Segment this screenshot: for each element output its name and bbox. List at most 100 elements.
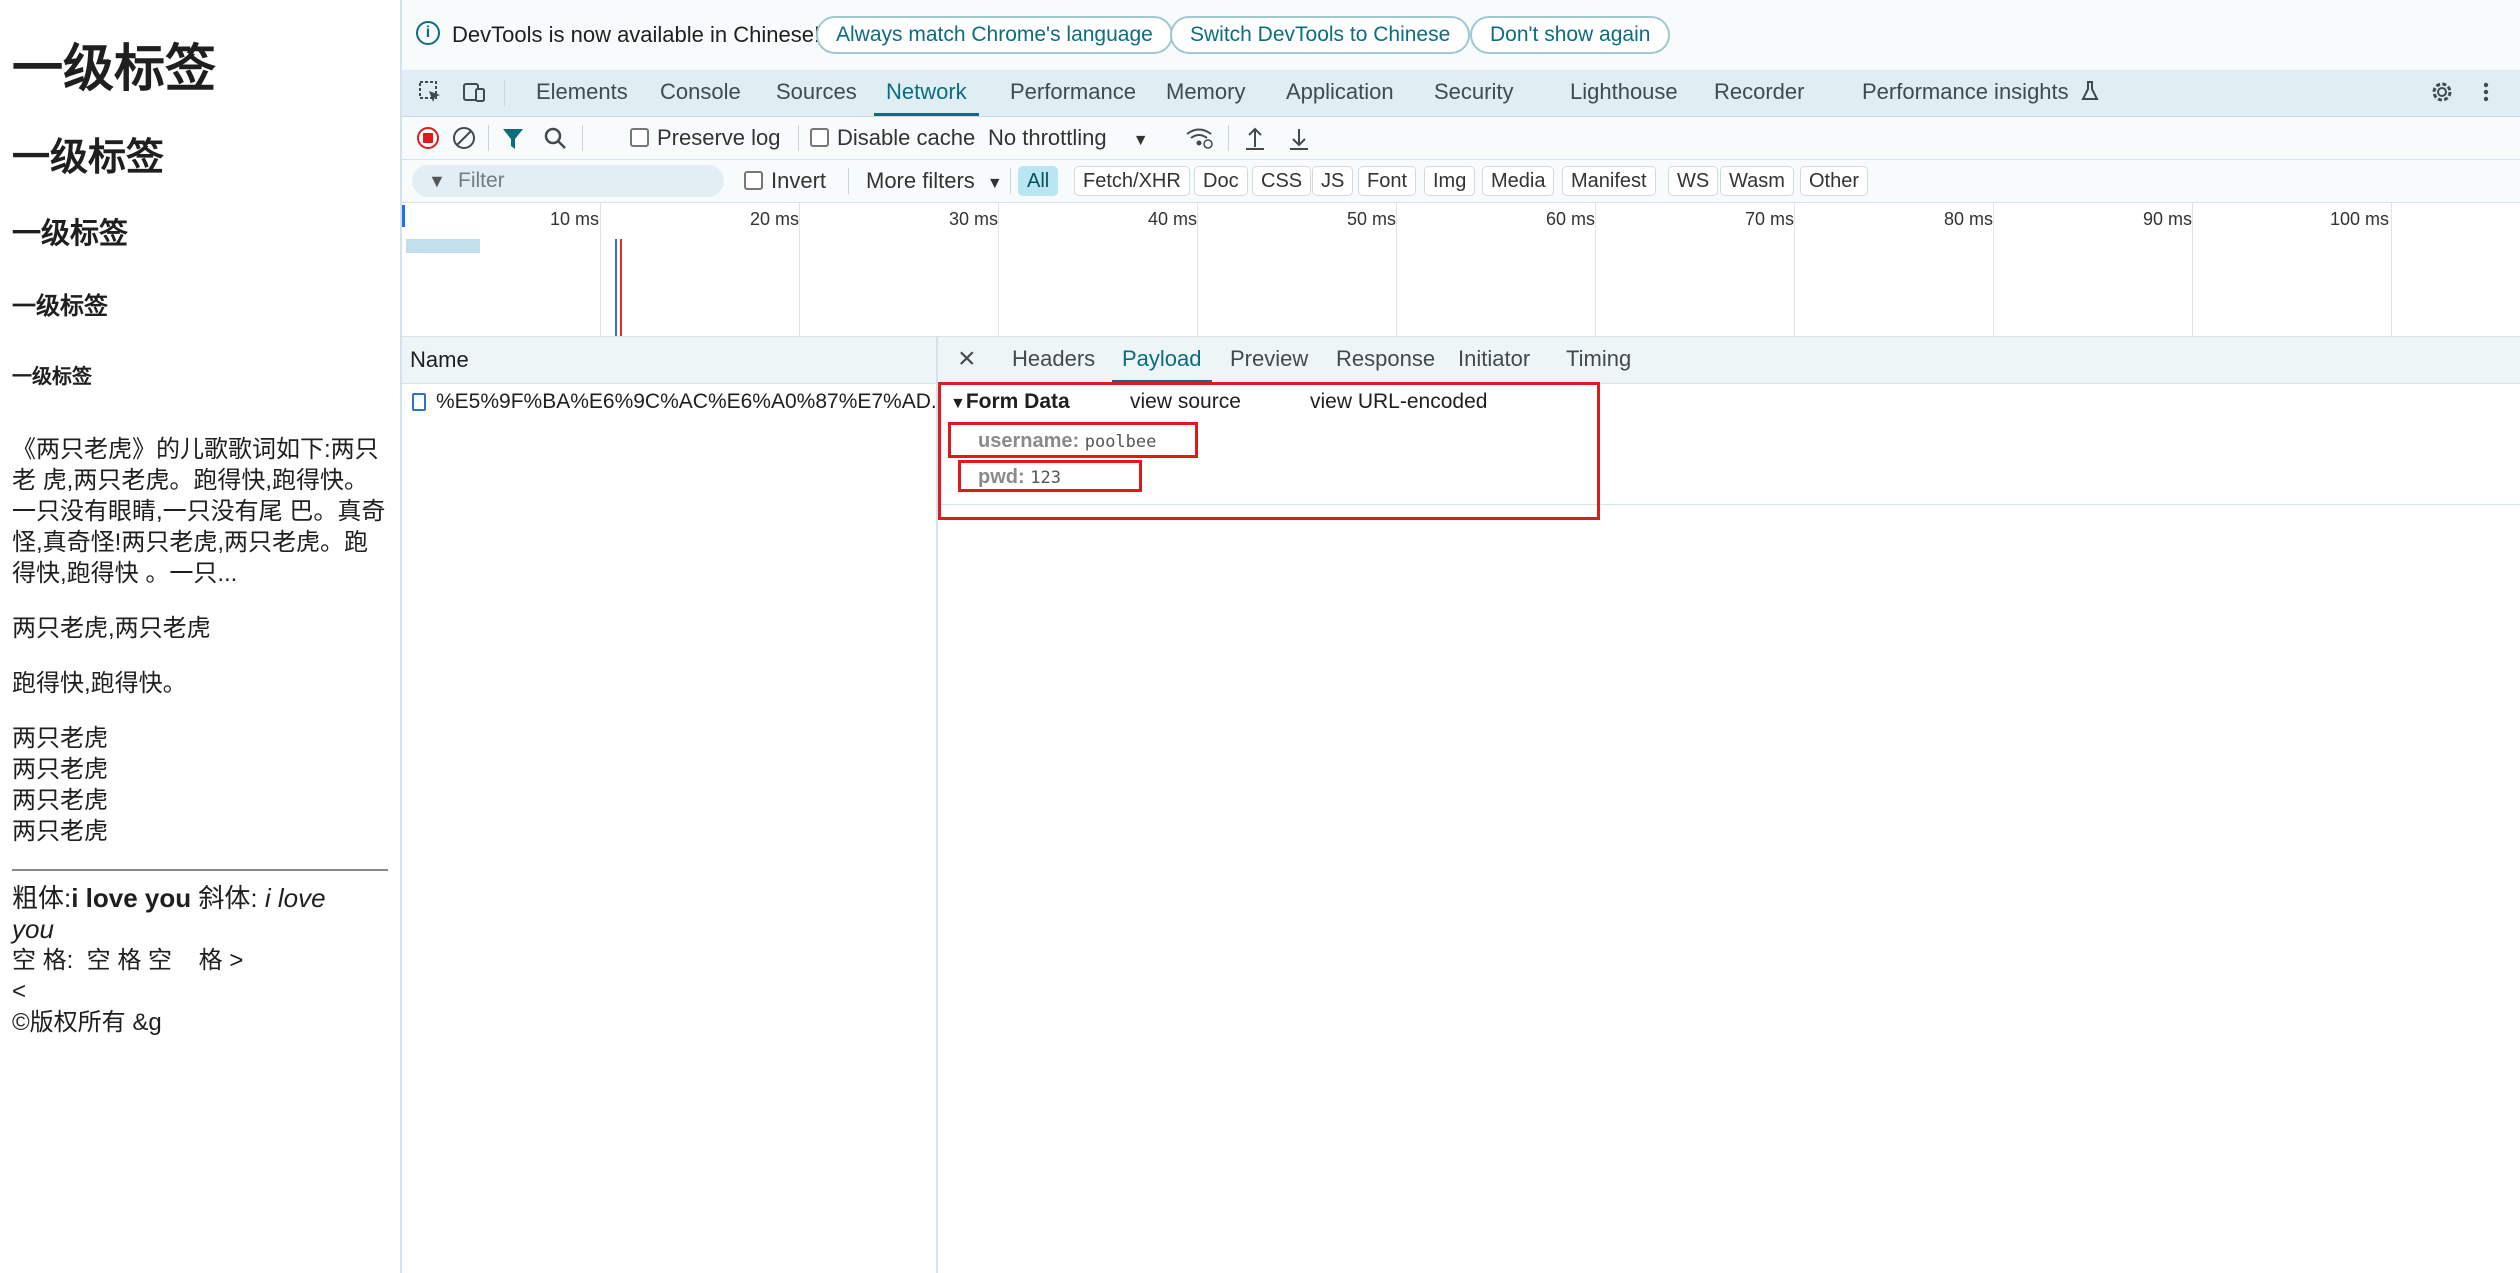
chevron-down-icon: ▼ [986, 175, 1003, 192]
filter-chip-css[interactable]: CSS [1252, 166, 1312, 196]
tab-memory[interactable]: Memory [1166, 70, 1245, 116]
paragraph-two-tigers: 两只老虎,两只老虎 [12, 615, 211, 642]
italic-text-cont: you [12, 914, 54, 944]
filter-chip-ws[interactable]: WS [1668, 166, 1719, 196]
lt-line: < [12, 978, 27, 1005]
tab-initiator[interactable]: Initiator [1458, 337, 1530, 383]
tab-recorder[interactable]: Recorder [1714, 70, 1804, 116]
chevron-down-icon: ▼ [1132, 132, 1149, 149]
tab-console[interactable]: Console [660, 70, 741, 116]
lyrics-line: 怪,真奇怪!两只老虎,两只老虎。跑 [12, 529, 369, 556]
heading-h5: 一级标签 [12, 366, 92, 388]
invert-checkbox[interactable]: Invert [744, 160, 826, 202]
network-overview-timeline[interactable]: 10 ms 20 ms 30 ms 40 ms 50 ms 60 ms 70 m… [402, 203, 2520, 337]
tab-payload[interactable]: Payload [1112, 337, 1212, 383]
bold-italic-line: 粗体:i love you 斜体: i love you [12, 883, 388, 945]
timeline-gridline [2192, 203, 2193, 336]
tab-security[interactable]: Security [1434, 70, 1513, 116]
devtools-tab-bar: Elements Console Sources Network Perform… [402, 70, 2520, 117]
tab-sources[interactable]: Sources [776, 70, 857, 116]
disable-cache-checkbox[interactable]: Disable cache [810, 117, 975, 159]
import-har-icon[interactable] [1242, 117, 1268, 159]
search-icon[interactable] [542, 117, 568, 159]
separator [504, 80, 505, 106]
tab-preview[interactable]: Preview [1230, 337, 1308, 383]
tab-response[interactable]: Response [1336, 337, 1435, 383]
filter-chip-doc[interactable]: Doc [1194, 166, 1248, 196]
dom-content-loaded-marker [615, 239, 617, 336]
filter-chip-other[interactable]: Other [1800, 166, 1869, 196]
annotation-box-username [948, 422, 1198, 458]
tab-performance-insights-label: Performance insights [1862, 79, 2069, 104]
checkbox-box[interactable] [744, 171, 763, 190]
separator [1010, 168, 1011, 194]
tab-headers[interactable]: Headers [1012, 337, 1095, 383]
timeline-gridline [1396, 203, 1397, 336]
tab-lighthouse[interactable]: Lighthouse [1570, 70, 1678, 116]
timeline-label: 90 ms [2143, 209, 2193, 229]
lyrics-paragraph: 《两只老虎》的儿歌歌词如下:两只 老 虎,两只老虎。跑得快,跑得快。 一只没有眼… [12, 434, 388, 589]
tab-application[interactable]: Application [1286, 70, 1394, 116]
filter-chip-js[interactable]: JS [1312, 166, 1354, 196]
filter-chip-fetch-xhr[interactable]: Fetch/XHR [1074, 166, 1190, 196]
checkbox-box[interactable] [810, 128, 829, 147]
timeline-label: 60 ms [1546, 209, 1596, 229]
more-filters-dropdown[interactable]: More filters ▼ [866, 160, 1003, 202]
timeline-label: 40 ms [1148, 209, 1198, 229]
tab-network[interactable]: Network [874, 70, 979, 116]
load-marker [620, 239, 622, 336]
settings-gear-icon[interactable] [2428, 79, 2456, 107]
timeline-gridline [1197, 203, 1198, 336]
network-filter-bar: ▼ Filter Invert More filters ▼ All Fetch… [402, 160, 2520, 203]
tab-timing[interactable]: Timing [1566, 337, 1631, 383]
italic-prefix: 斜体: [198, 883, 258, 913]
timeline-cursor [402, 205, 405, 227]
lyrics-line: 《两只老虎》的儿歌歌词如下:两只 [12, 436, 379, 463]
clear-icon[interactable] [452, 117, 476, 159]
request-bar [406, 239, 480, 253]
heading-h4: 一级标签 [12, 293, 108, 320]
filter-chip-img[interactable]: Img [1424, 166, 1476, 196]
checkbox-box[interactable] [630, 128, 649, 147]
device-toolbar-icon[interactable] [460, 79, 488, 107]
request-detail-panel: × Headers Payload Preview Response Initi… [938, 337, 2520, 1273]
export-har-icon[interactable] [1286, 117, 1312, 159]
switch-to-chinese-button[interactable]: Switch DevTools to Chinese [1170, 16, 1471, 54]
close-icon[interactable]: × [958, 337, 976, 381]
network-conditions-icon[interactable] [1184, 117, 1214, 159]
match-language-button[interactable]: Always match Chrome's language [816, 16, 1173, 54]
italic-text: i love [264, 883, 326, 913]
document-icon [412, 393, 426, 411]
tab-performance-insights[interactable]: Performance insights [1862, 70, 2099, 116]
request-row[interactable]: %E5%9F%BA%E6%9C%AC%E6%A0%87%E7%AD... [402, 384, 936, 420]
dont-show-again-button[interactable]: Don't show again [1470, 16, 1671, 54]
tab-performance[interactable]: Performance [1010, 70, 1136, 116]
more-options-icon[interactable] [2472, 79, 2500, 107]
filter-chip-wasm[interactable]: Wasm [1720, 166, 1794, 196]
timeline-label: 30 ms [949, 209, 999, 229]
preserve-log-checkbox[interactable]: Preserve log [630, 117, 781, 159]
paragraph-lines: 两只老虎 两只老虎 两只老虎 两只老虎 [12, 723, 388, 847]
filter-input[interactable]: ▼ Filter [412, 165, 724, 197]
record-stop-icon[interactable] [416, 117, 440, 159]
annotation-box-pwd [958, 460, 1142, 492]
invert-label: Invert [771, 168, 827, 193]
name-column-header[interactable]: Name [402, 337, 936, 384]
timeline-gridline [1993, 203, 1994, 336]
request-name: %E5%9F%BA%E6%9C%AC%E6%A0%87%E7%AD... [436, 390, 936, 413]
timeline-gridline [1595, 203, 1596, 336]
inspect-element-icon[interactable] [416, 79, 444, 107]
timeline-label: 20 ms [750, 209, 800, 229]
more-filters-label: More filters [866, 168, 975, 193]
filter-placeholder: Filter [458, 169, 505, 192]
throttling-select[interactable]: No throttling ▼ [988, 117, 1149, 159]
timeline-gridline [600, 203, 601, 336]
filter-funnel-icon[interactable] [500, 117, 526, 159]
filter-chip-font[interactable]: Font [1358, 166, 1417, 196]
filter-chip-media[interactable]: Media [1482, 166, 1555, 196]
tab-elements[interactable]: Elements [536, 70, 628, 116]
flask-icon [2081, 73, 2099, 117]
filter-chip-all[interactable]: All [1018, 166, 1059, 196]
paragraph-run-fast: 跑得快,跑得快。 [12, 670, 187, 697]
filter-chip-manifest[interactable]: Manifest [1562, 166, 1656, 196]
